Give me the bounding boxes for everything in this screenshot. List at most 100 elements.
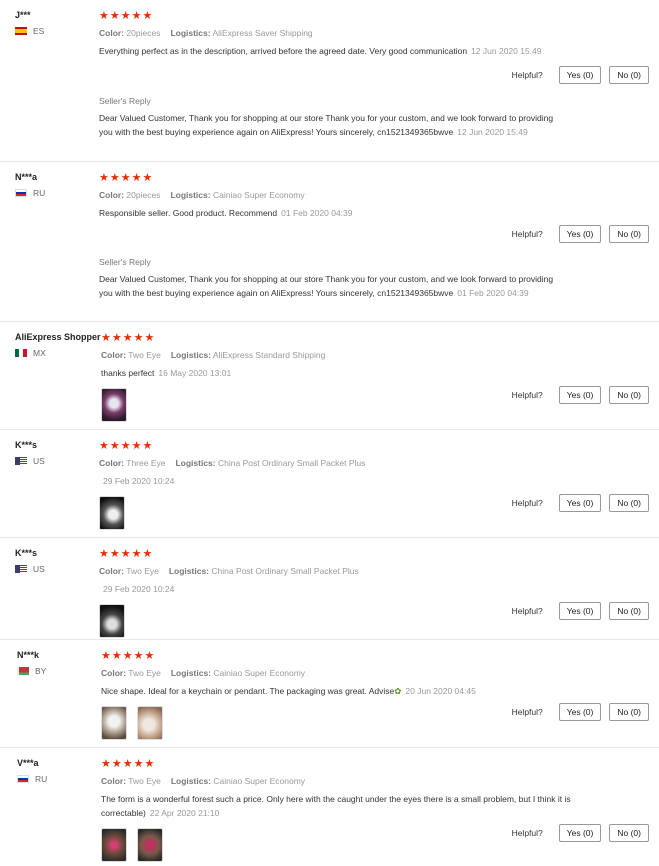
helpful-label: Helpful? (511, 606, 543, 616)
seller-reply-title: Seller's Reply (99, 257, 151, 267)
logistics-value: AliExpress Saver Shipping (212, 28, 313, 38)
helpful-label: Helpful? (511, 498, 543, 508)
review-text-row: Nice shape. Ideal for a keychain or pend… (101, 684, 601, 698)
helpful-yes-button[interactable]: Yes (0) (558, 703, 602, 721)
seller-reply: Seller's Reply Dear Valued Customer, Tha… (99, 96, 559, 139)
review-photo[interactable] (137, 828, 163, 862)
country-code: US (33, 564, 45, 574)
helpful-label: Helpful? (511, 229, 543, 239)
review-text-row: 29 Feb 2020 10:24 (99, 582, 599, 596)
reviewer-name: N***k (17, 650, 40, 660)
flag-ru-icon (15, 189, 27, 197)
helpful-vote: Helpful? Yes (0) No (0) (512, 66, 649, 84)
review-text: Responsible seller. Good product. Recomm… (99, 208, 278, 218)
helpful-no-button[interactable]: No (0) (609, 225, 649, 243)
review-content: ★★★★★ Color: Two Eye Logistics: Cainiao S… (101, 758, 581, 862)
color-value: Three Eye (126, 458, 166, 468)
reviewer-info: AliExpress Shopper MX (15, 332, 105, 358)
flag-us-icon (15, 565, 27, 573)
helpful-yes-button[interactable]: Yes (0) (558, 66, 602, 84)
review-meta: Color: Two Eye Logistics: Cainiao Super E… (101, 668, 601, 678)
review-photo[interactable] (101, 706, 127, 740)
helpful-yes-button[interactable]: Yes (0) (558, 494, 602, 512)
star-rating: ★★★★★ (99, 440, 154, 452)
reviewer-info: V***a RU (17, 758, 102, 784)
helpful-vote: Helpful? Yes (0) No (0) (512, 703, 649, 721)
helpful-no-button[interactable]: No (0) (609, 494, 649, 512)
color-value: 20pieces (126, 190, 161, 200)
color-label: Color: (101, 668, 127, 678)
review-photo[interactable] (101, 388, 127, 422)
reviewer-name: V***a (17, 758, 39, 768)
logistics-value: Cainiao Super Economy (213, 668, 306, 678)
review-content: ★★★★★ Color: Three Eye Logistics: China P… (99, 440, 599, 530)
helpful-label: Helpful? (511, 390, 543, 400)
seller-reply-date: 01 Feb 2020 04:39 (457, 288, 529, 298)
color-label: Color: (99, 28, 125, 38)
star-rating: ★★★★★ (101, 332, 156, 344)
reviewer-info: K***s US (15, 548, 100, 574)
star-rating: ★★★★★ (99, 548, 154, 560)
review-photo[interactable] (99, 496, 125, 530)
helpful-vote: Helpful? Yes (0) No (0) (512, 225, 649, 243)
review-meta: Color: Two Eye Logistics: AliExpress Stan… (101, 350, 601, 360)
logistics-value: Cainiao Super Economy (213, 776, 306, 786)
helpful-no-button[interactable]: No (0) (609, 602, 649, 620)
review-text-row: The form is a wonderful forest such a pr… (101, 792, 581, 820)
helpful-yes-button[interactable]: Yes (0) (558, 225, 602, 243)
review-text: Nice shape. Ideal for a keychain or pend… (101, 686, 395, 696)
logistics-label: Logistics: (170, 190, 211, 200)
review-meta: Color: 20pieces Logistics: AliExpress Sav… (99, 28, 599, 38)
review-photo[interactable] (137, 706, 163, 740)
color-label: Color: (99, 458, 125, 468)
reviewer-country: RU (15, 188, 100, 198)
review-photo[interactable] (99, 604, 125, 638)
logistics-label: Logistics: (170, 28, 211, 38)
star-rating: ★★★★★ (101, 758, 156, 770)
logistics-label: Logistics: (168, 566, 210, 576)
review-photo[interactable] (101, 828, 127, 862)
helpful-vote: Helpful? Yes (0) No (0) (512, 602, 649, 620)
review-text-row: Responsible seller. Good product. Recomm… (99, 206, 599, 220)
helpful-yes-button[interactable]: Yes (0) (558, 386, 602, 404)
flag-mx-icon (15, 349, 27, 357)
review-text-row: thanks perfect 16 May 2020 13:01 (101, 366, 601, 380)
logistics-value: AliExpress Standard Shipping (212, 350, 326, 360)
seller-reply: Seller's Reply Dear Valued Customer, Tha… (99, 257, 559, 300)
helpful-no-button[interactable]: No (0) (609, 386, 649, 404)
reviewer-country: US (15, 456, 100, 466)
country-code: RU (35, 774, 48, 784)
review-content: ★★★★★ Color: Two Eye Logistics: AliExpres… (101, 332, 601, 422)
review-content: ★★★★★ Color: 20pieces Logistics: AliExpre… (99, 10, 599, 58)
flag-us-icon (15, 457, 27, 465)
reviewer-info: N***k BY (17, 650, 102, 676)
helpful-yes-button[interactable]: Yes (0) (558, 824, 602, 842)
reviewer-country: BY (17, 666, 102, 676)
color-label: Color: (99, 566, 125, 576)
review-text-row: Everything perfect as in the description… (99, 44, 599, 58)
color-value: 20pieces (126, 28, 161, 38)
review-meta: Color: 20pieces Logistics: Cainiao Super … (99, 190, 599, 200)
star-rating: ★★★★★ (99, 10, 154, 22)
star-rating: ★★★★★ (101, 650, 156, 662)
reviewer-country: US (15, 564, 100, 574)
review-item: K***s US ★★★★★ Color: Three Eye Logistics… (0, 430, 659, 538)
review-content: ★★★★★ Color: Two Eye Logistics: Cainiao S… (101, 650, 601, 740)
reviewer-country: MX (15, 348, 105, 358)
reviewer-country: ES (15, 26, 100, 36)
color-label: Color: (99, 190, 125, 200)
logistics-label: Logistics: (170, 668, 212, 678)
color-value: Two Eye (128, 668, 161, 678)
helpful-vote: Helpful? Yes (0) No (0) (512, 494, 649, 512)
review-date: 29 Feb 2020 10:24 (103, 584, 175, 594)
helpful-yes-button[interactable]: Yes (0) (558, 602, 602, 620)
review-text: thanks perfect (101, 368, 155, 378)
review-content: ★★★★★ Color: 20pieces Logistics: Cainiao … (99, 172, 599, 220)
helpful-no-button[interactable]: No (0) (609, 66, 649, 84)
helpful-no-button[interactable]: No (0) (609, 703, 649, 721)
reviewer-name: N***a (15, 172, 38, 182)
flag-ru-icon (17, 775, 29, 783)
review-item: N***k BY ★★★★★ Color: Two Eye Logistics: … (0, 640, 659, 748)
helpful-no-button[interactable]: No (0) (609, 824, 649, 842)
country-code: ES (33, 26, 45, 36)
